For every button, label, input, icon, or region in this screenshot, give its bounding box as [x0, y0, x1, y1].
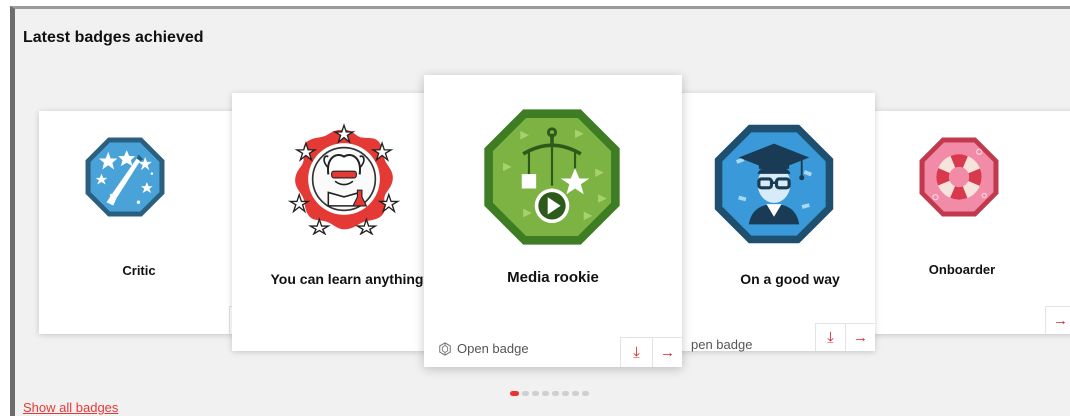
critic-badge-icon	[83, 135, 167, 219]
carousel-dot-4[interactable]	[542, 391, 549, 396]
carousel-dot-7[interactable]	[572, 391, 579, 396]
arrow-right-icon: →	[1053, 312, 1068, 329]
carousel-dot-1[interactable]	[510, 391, 519, 396]
carousel-dot-3[interactable]	[532, 391, 539, 396]
badge-card-onboarder[interactable]: Onboarder →	[857, 111, 1070, 334]
badge-name: On a good way	[740, 271, 840, 287]
arrow-right-icon: →	[660, 344, 675, 361]
badge-card-media-rookie[interactable]: Media rookie Open badge ⤓ →	[424, 75, 682, 367]
lifebuoy-badge-icon	[917, 135, 1001, 219]
download-icon: ⤓	[827, 329, 834, 346]
badge-open-arrow-button[interactable]: →	[845, 323, 875, 351]
open-badge-label: pen badge	[691, 337, 753, 352]
section-title: Latest badges achieved	[23, 29, 204, 46]
badge-card-you-can-learn-anything[interactable]: You can learn anything	[232, 93, 452, 351]
carousel-dot-6[interactable]	[562, 391, 569, 396]
carousel-dot-2[interactable]	[522, 391, 529, 396]
graduate-badge-icon	[711, 121, 837, 247]
badge-name: Critic	[122, 263, 156, 278]
carousel-pagination	[510, 391, 589, 396]
badge-name: Media rookie	[507, 269, 599, 286]
carousel-dot-8[interactable]	[582, 391, 589, 396]
scientist-badge-icon	[287, 123, 401, 236]
carousel-dot-5[interactable]	[552, 391, 559, 396]
badge-card-critic[interactable]: Critic →	[39, 111, 259, 334]
badge-open-arrow-button[interactable]: →	[652, 337, 682, 367]
open-badge-icon	[439, 341, 451, 356]
download-button[interactable]: ⤓	[620, 337, 652, 367]
arrow-right-icon: →	[853, 329, 868, 346]
badge-open-arrow-button[interactable]: →	[1045, 306, 1070, 334]
badge-card-on-a-good-way[interactable]: On a good way pen badge ⤓ →	[665, 93, 875, 352]
badge-name: Onboarder	[928, 262, 996, 277]
open-badge-label: Open badge	[457, 341, 529, 356]
show-all-badges-link[interactable]: Show all badges	[23, 400, 118, 415]
media-rookie-badge-icon	[480, 105, 624, 249]
open-badge-link[interactable]: Open badge	[438, 341, 529, 356]
badges-panel: Latest badges achieved Critic Onboarder …	[10, 6, 1070, 416]
download-icon: ⤓	[633, 344, 640, 361]
download-button[interactable]: ⤓	[815, 323, 845, 351]
